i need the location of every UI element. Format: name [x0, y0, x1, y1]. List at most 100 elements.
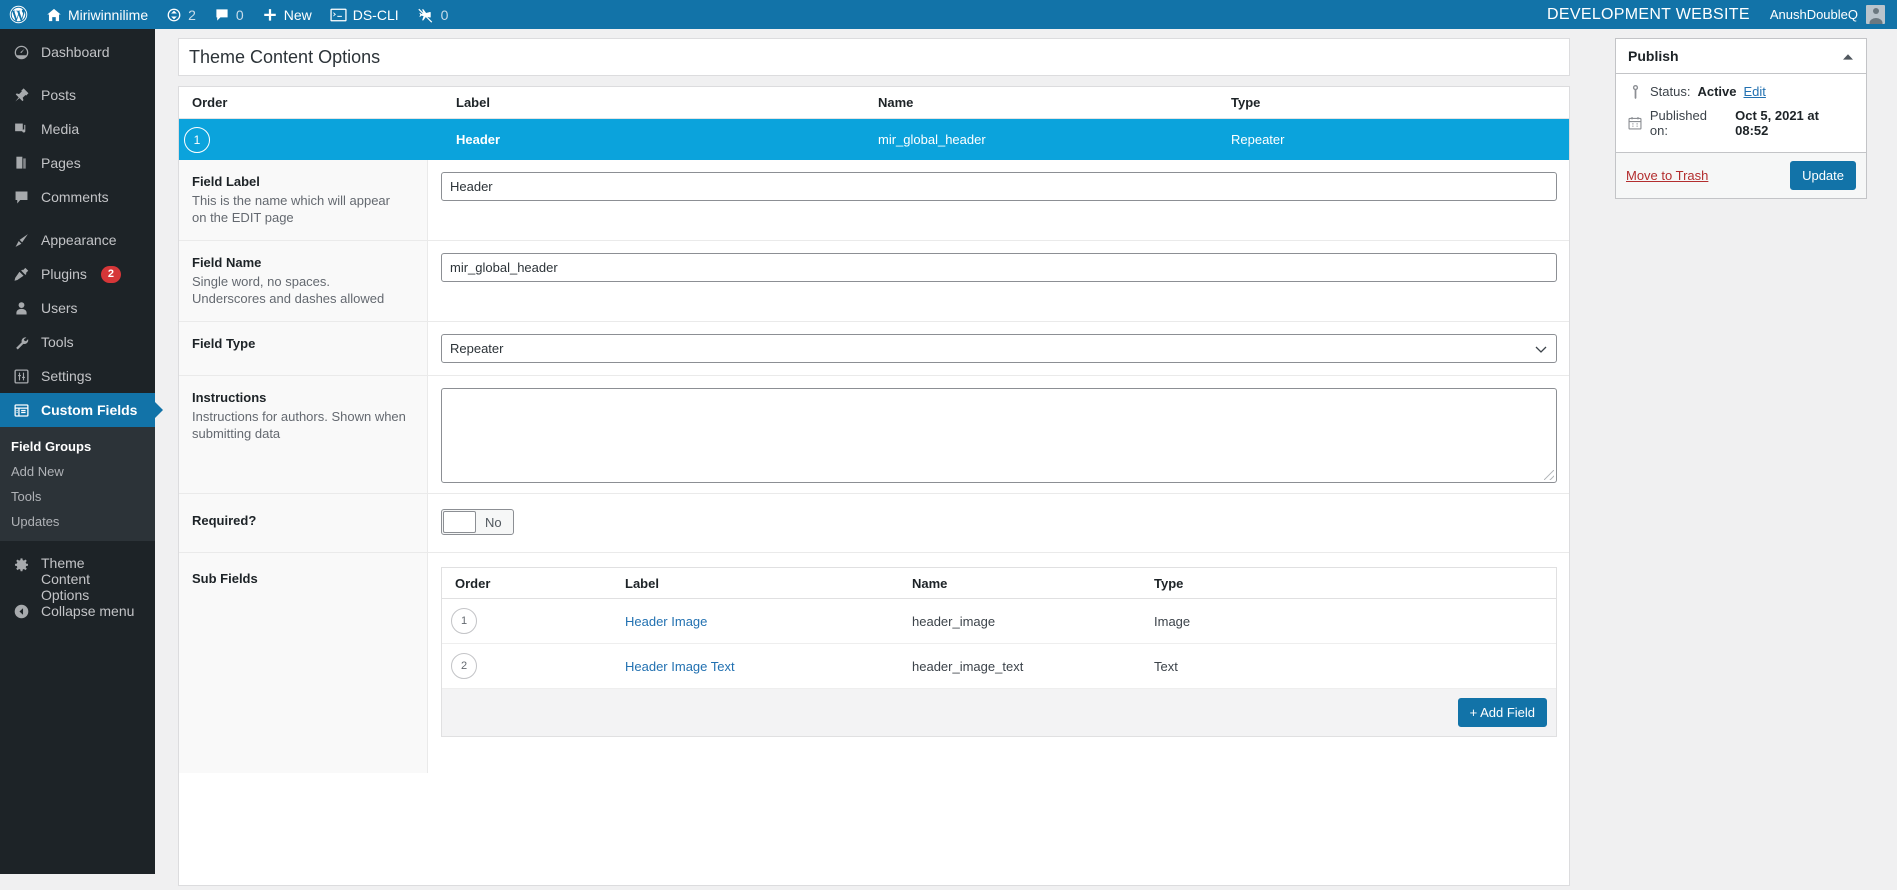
sub-column-header-label: Label — [625, 575, 659, 591]
setting-row-field-type: Field Type Repeater — [179, 322, 1569, 376]
sidebar-item-label: Dashboard — [41, 44, 110, 60]
instructions-textarea[interactable] — [441, 388, 1557, 483]
sidebar-item-label: Collapse menu — [41, 603, 135, 619]
sidebar-item-pages[interactable]: Pages — [0, 146, 155, 180]
submenu-item-updates[interactable]: Updates — [0, 509, 155, 534]
field-name-input[interactable]: mir_global_header — [441, 253, 1557, 282]
sub-field-label-link[interactable]: Header Image Text — [625, 659, 735, 674]
chevron-down-icon — [1535, 335, 1547, 362]
publish-panel-footer: Move to Trash Update — [1616, 152, 1866, 198]
publish-panel-title: Publish — [1628, 48, 1679, 64]
sub-field-type: Text — [1154, 658, 1178, 674]
setting-row-instructions: Instructions Instructions for authors. S… — [179, 376, 1569, 494]
sub-fields-title: Sub Fields — [192, 571, 258, 586]
sidebar-item-label: Settings — [41, 368, 92, 384]
pages-icon — [11, 153, 31, 173]
page-title-input[interactable]: Theme Content Options — [178, 38, 1570, 76]
flights-count: 0 — [440, 6, 449, 23]
field-group-panel: Order Label Name Type 1 Header mir_globa… — [178, 86, 1570, 886]
sidebar-item-label: Posts — [41, 87, 77, 103]
comments-menu[interactable]: 0 — [205, 0, 253, 29]
media-icon — [11, 119, 31, 139]
publish-status-value: Active — [1697, 84, 1737, 99]
dscli-menu[interactable]: DS-CLI — [321, 0, 408, 29]
sidebar-item-collapse-menu[interactable]: Collapse menu — [0, 594, 155, 628]
avatar — [1866, 5, 1885, 24]
comments-count: 0 — [235, 6, 244, 23]
flights-menu[interactable]: 0 — [408, 0, 458, 29]
sub-field-label-link[interactable]: Header Image — [625, 614, 707, 629]
table-row[interactable]: 1 Header Image header_image Image — [442, 599, 1556, 644]
sidebar-item-label: Media — [41, 121, 80, 137]
plus-icon — [262, 7, 278, 23]
custom-fields-submenu: Field Groups Add New Tools Updates — [0, 427, 155, 541]
sidebar-item-tools[interactable]: Tools — [0, 325, 155, 359]
site-name-menu[interactable]: Miriwinnilime — [37, 0, 157, 29]
sidebar-item-label: Appearance — [41, 232, 117, 248]
publish-status-edit-link[interactable]: Edit — [1744, 84, 1766, 99]
sidebar-item-settings[interactable]: Settings — [0, 359, 155, 393]
setting-row-sub-fields: Sub Fields Order Label Name Type 1 Heade… — [179, 553, 1569, 773]
user-account-menu[interactable]: AnushDoubleQ — [1764, 5, 1897, 24]
update-icon — [166, 7, 182, 23]
add-field-button[interactable]: + Add Field — [1457, 698, 1547, 727]
table-row[interactable]: 2 Header Image Text header_image_text Te… — [442, 644, 1556, 689]
sidebar-item-label: Custom Fields — [41, 402, 138, 418]
user-icon — [11, 298, 31, 318]
sidebar-item-label: Users — [41, 300, 78, 316]
field-name-title: Field Name — [192, 255, 262, 270]
sidebar-item-theme-content-options[interactable]: Theme Content Options — [0, 548, 155, 603]
field-type-select[interactable]: Repeater — [441, 334, 1557, 363]
sidebar-item-posts[interactable]: Posts — [0, 78, 155, 112]
chevron-up-icon[interactable] — [1842, 48, 1854, 64]
sliders-icon — [11, 366, 31, 386]
submenu-item-tools[interactable]: Tools — [0, 484, 155, 509]
column-header-label: Label — [456, 95, 490, 110]
sidebar-divider — [0, 69, 155, 78]
pin-marker-icon — [1627, 84, 1643, 99]
dscli-label: DS-CLI — [352, 6, 399, 23]
sub-column-header-type: Type — [1154, 575, 1184, 591]
submenu-item-field-groups[interactable]: Field Groups — [0, 434, 155, 459]
sidebar-item-label: Comments — [41, 189, 109, 205]
sidebar-item-custom-fields[interactable]: Custom Fields — [0, 393, 155, 427]
publish-panel-body: Status: Active Edit Published on: Oct 5,… — [1616, 74, 1866, 152]
pin-icon — [11, 85, 31, 105]
sidebar-item-appearance[interactable]: Appearance — [0, 223, 155, 257]
sidebar-item-users[interactable]: Users — [0, 291, 155, 325]
updates-menu[interactable]: 2 — [157, 0, 205, 29]
sidebar-item-comments[interactable]: Comments — [0, 180, 155, 214]
new-content-menu[interactable]: New — [253, 0, 321, 29]
publish-panel: Publish Status: Active Edit Published on… — [1615, 38, 1867, 199]
field-type-selected-value: Repeater — [450, 341, 504, 356]
wp-logo-menu[interactable] — [0, 0, 37, 29]
field-row-name: mir_global_header — [878, 132, 986, 147]
sub-field-type: Image — [1154, 613, 1191, 629]
wordpress-logo-icon — [9, 5, 28, 24]
publish-panel-header[interactable]: Publish — [1616, 39, 1866, 74]
field-row-active[interactable]: 1 Header mir_global_header Repeater — [179, 119, 1569, 160]
field-type-title: Field Type — [192, 336, 256, 351]
field-label-description: This is the name which will appear on th… — [192, 193, 390, 225]
required-toggle[interactable]: No — [441, 509, 514, 535]
field-row-type: Repeater — [1231, 132, 1285, 147]
sidebar-item-label: Plugins — [41, 266, 87, 282]
column-header-type: Type — [1231, 95, 1261, 110]
sidebar-item-media[interactable]: Media — [0, 112, 155, 146]
sub-fields-table: Order Label Name Type 1 Header Image hea… — [441, 567, 1557, 737]
update-button[interactable]: Update — [1790, 161, 1856, 190]
required-toggle-knob — [443, 511, 476, 533]
move-to-trash-link[interactable]: Move to Trash — [1626, 168, 1708, 183]
sub-column-header-order: Order — [455, 575, 491, 591]
new-content-label: New — [283, 6, 312, 23]
submenu-item-add-new[interactable]: Add New — [0, 459, 155, 484]
field-order-number: 1 — [184, 126, 210, 153]
field-label-input[interactable]: Header — [441, 172, 1557, 201]
required-title: Required? — [192, 513, 257, 528]
column-header-order: Order — [192, 95, 228, 110]
terminal-icon — [330, 8, 347, 22]
sidebar-item-plugins[interactable]: Plugins 2 — [0, 257, 155, 291]
sub-field-order-number: 2 — [451, 653, 477, 679]
brush-icon — [11, 230, 31, 250]
sidebar-item-dashboard[interactable]: Dashboard — [0, 35, 155, 69]
